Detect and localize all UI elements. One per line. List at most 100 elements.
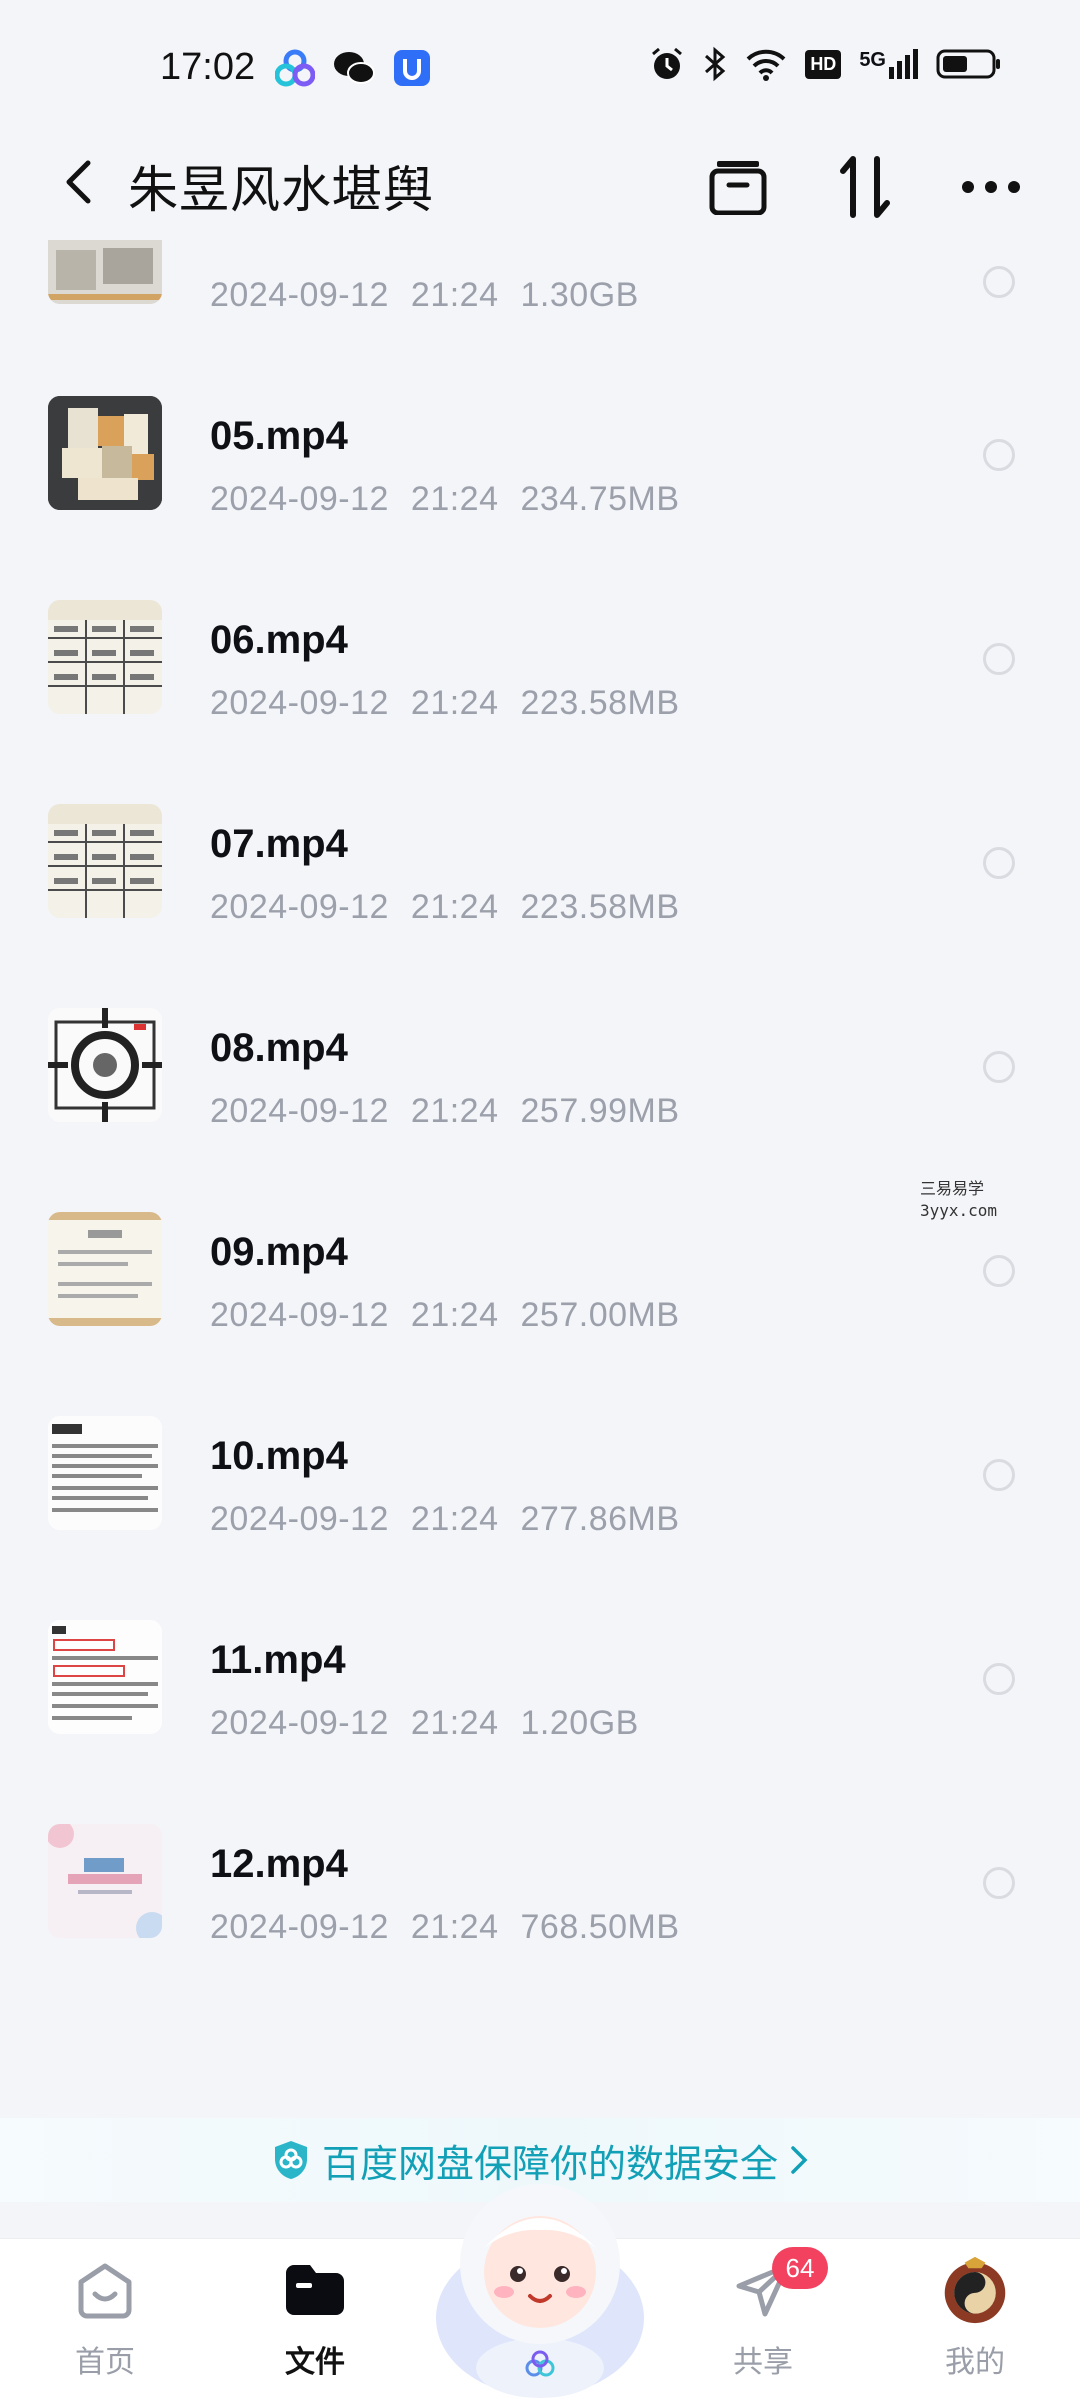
mascot-icon — [436, 2184, 644, 2398]
video-thumbnail — [48, 600, 162, 714]
network-type-label: 5G — [859, 49, 886, 71]
select-radio[interactable] — [983, 847, 1015, 879]
shield-check-icon — [274, 2141, 307, 2179]
video-thumbnail — [48, 1008, 162, 1122]
nav-mine[interactable]: 我的 — [900, 2239, 1050, 2400]
file-name: 10.mp4 — [210, 1434, 348, 1478]
more-options-button[interactable] — [956, 152, 1026, 222]
file-meta: 2024-09-12 21:24 1.30GB — [210, 276, 661, 315]
nav-home-label: 首页 — [75, 2346, 135, 2379]
page-title: 朱昱风水堪舆 — [128, 162, 434, 218]
nav-share[interactable]: 64 共享 — [688, 2239, 838, 2400]
file-date: 2024-09-12 — [210, 1704, 389, 1742]
file-row[interactable]: 05.mp4 2024-09-12 21:24 234.75MB — [0, 354, 1080, 558]
file-date: 2024-09-12 — [210, 1908, 389, 1946]
avatar — [940, 2255, 1010, 2325]
file-name: 12.mp4 — [210, 1842, 348, 1886]
file-date: 2024-09-12 — [210, 1500, 389, 1538]
shield-app-icon — [394, 50, 430, 86]
status-time: 17:02 — [160, 46, 256, 88]
file-meta: 2024-09-12 21:24 257.00MB — [210, 1296, 702, 1335]
file-name: 11.mp4 — [210, 1638, 346, 1682]
archive-box-icon — [709, 161, 767, 215]
select-radio[interactable] — [983, 1867, 1015, 1899]
select-radio[interactable] — [983, 1663, 1015, 1695]
file-size: 1.30GB — [520, 276, 639, 314]
status-bar: 17:02 HD 5G — [0, 0, 1080, 130]
file-size: 223.58MB — [520, 684, 680, 722]
file-time: 21:24 — [410, 1704, 499, 1742]
send-icon: 64 — [728, 2247, 828, 2325]
file-row[interactable]: 10.mp4 2024-09-12 21:24 277.86MB — [0, 1374, 1080, 1578]
select-radio[interactable] — [983, 643, 1015, 675]
file-size: 1.20GB — [520, 1704, 639, 1742]
status-notification-icons — [275, 48, 431, 88]
video-thumbnail — [48, 804, 162, 918]
video-thumbnail — [48, 396, 162, 510]
file-date: 2024-09-12 — [210, 888, 389, 926]
file-size: 257.00MB — [520, 1296, 680, 1334]
file-size: 768.50MB — [520, 1908, 680, 1946]
status-system-icons: HD 5G — [649, 46, 1002, 82]
back-button[interactable] — [48, 152, 108, 212]
video-thumbnail — [48, 1416, 162, 1530]
file-date: 2024-09-12 — [210, 1092, 389, 1130]
file-row[interactable]: 11.mp4 2024-09-12 21:24 1.20GB — [0, 1578, 1080, 1782]
header-bar: 朱昱风水堪舆 — [0, 130, 1080, 240]
file-row[interactable]: 06.mp4 2024-09-12 21:24 223.58MB — [0, 558, 1080, 762]
select-radio[interactable] — [983, 1255, 1015, 1287]
site-watermark: 三易易学 3yyx.com — [920, 1178, 997, 1222]
share-badge: 64 — [772, 2247, 828, 2289]
file-time: 21:24 — [410, 1296, 499, 1334]
file-date: 2024-09-12 — [210, 684, 389, 722]
select-radio[interactable] — [983, 1051, 1015, 1083]
battery-icon — [936, 49, 1000, 79]
file-list: 2024-09-12 21:24 1.30GB 05.mp4 2024-09-12 2… — [0, 240, 1080, 2140]
file-name: 09.mp4 — [210, 1230, 348, 1274]
file-name: 08.mp4 — [210, 1026, 348, 1070]
assistant-mascot-button[interactable] — [430, 2168, 650, 2400]
select-radio[interactable] — [983, 266, 1015, 298]
folder-icon — [280, 2255, 350, 2325]
file-time: 21:24 — [410, 480, 499, 518]
file-time: 21:24 — [410, 1500, 499, 1538]
file-size: 234.75MB — [520, 480, 680, 518]
signal-icon: 5G — [859, 49, 918, 79]
sort-icon — [840, 156, 890, 218]
video-thumbnail — [48, 1620, 162, 1734]
select-radio[interactable] — [983, 439, 1015, 471]
file-date: 2024-09-12 — [210, 276, 389, 314]
baidu-netdisk-icon — [275, 49, 315, 87]
more-dots-icon — [962, 181, 1020, 193]
file-name: 05.mp4 — [210, 414, 348, 458]
archive-button[interactable] — [703, 152, 773, 222]
watermark-line-1: 三易易学 — [920, 1179, 985, 1198]
file-size: 257.99MB — [520, 1092, 680, 1130]
file-meta: 2024-09-12 21:24 223.58MB — [210, 888, 702, 927]
wifi-icon — [746, 49, 786, 81]
alarm-icon — [652, 47, 683, 79]
file-meta: 2024-09-12 21:24 1.20GB — [210, 1704, 661, 1743]
wechat-icon — [334, 52, 375, 84]
video-thumbnail — [48, 1824, 162, 1938]
file-row[interactable]: 08.mp4 2024-09-12 21:24 257.99MB — [0, 966, 1080, 1170]
file-time: 21:24 — [410, 1092, 499, 1130]
file-row[interactable]: 12.mp4 2024-09-12 21:24 768.50MB — [0, 1782, 1080, 1986]
file-row[interactable]: 09.mp4 2024-09-12 21:24 257.00MB — [0, 1170, 1080, 1374]
watermark-line-2: 3yyx.com — [920, 1201, 998, 1220]
select-radio[interactable] — [983, 1459, 1015, 1491]
file-size: 277.86MB — [520, 1500, 680, 1538]
file-meta: 2024-09-12 21:24 257.99MB — [210, 1092, 702, 1131]
file-time: 21:24 — [410, 684, 499, 722]
file-name: 06.mp4 — [210, 618, 348, 662]
file-row[interactable]: 2024-09-12 21:24 1.30GB — [0, 240, 1080, 354]
nav-files[interactable]: 文件 — [240, 2239, 390, 2400]
bluetooth-icon — [705, 46, 726, 82]
nav-home[interactable]: 首页 — [30, 2239, 180, 2400]
file-date: 2024-09-12 — [210, 480, 389, 518]
file-time: 21:24 — [410, 1908, 499, 1946]
chevron-left-icon — [66, 160, 91, 204]
file-row[interactable]: 07.mp4 2024-09-12 21:24 223.58MB — [0, 762, 1080, 966]
nav-files-label: 文件 — [285, 2346, 345, 2379]
sort-button[interactable] — [830, 152, 900, 222]
